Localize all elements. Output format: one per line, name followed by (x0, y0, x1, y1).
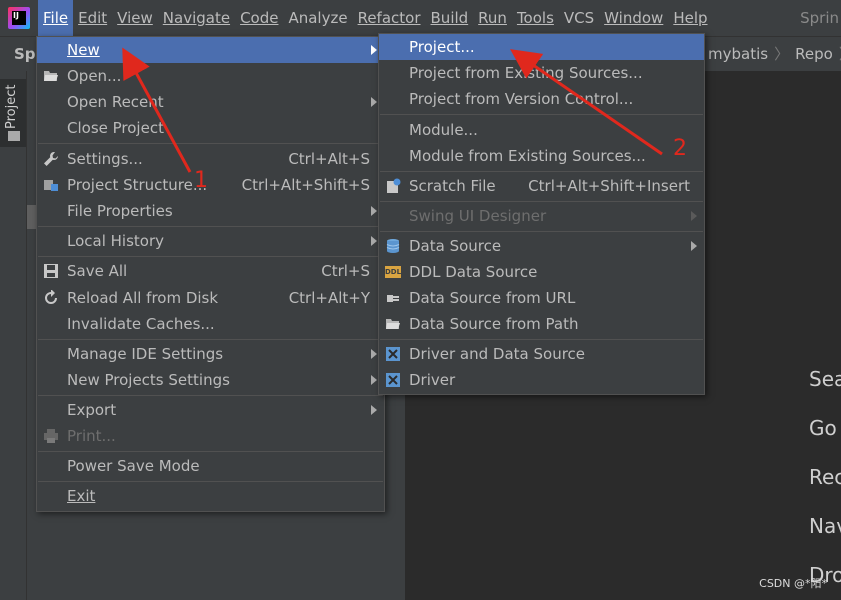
annotation-label-1: 1 (194, 168, 208, 193)
annotation-arrow-2 (510, 49, 663, 156)
annotation-arrow-1 (122, 47, 192, 173)
watermark: CSDN @*阳* (759, 577, 827, 590)
annotation-arrows (122, 47, 663, 173)
annotation-label-2: 2 (673, 136, 687, 161)
